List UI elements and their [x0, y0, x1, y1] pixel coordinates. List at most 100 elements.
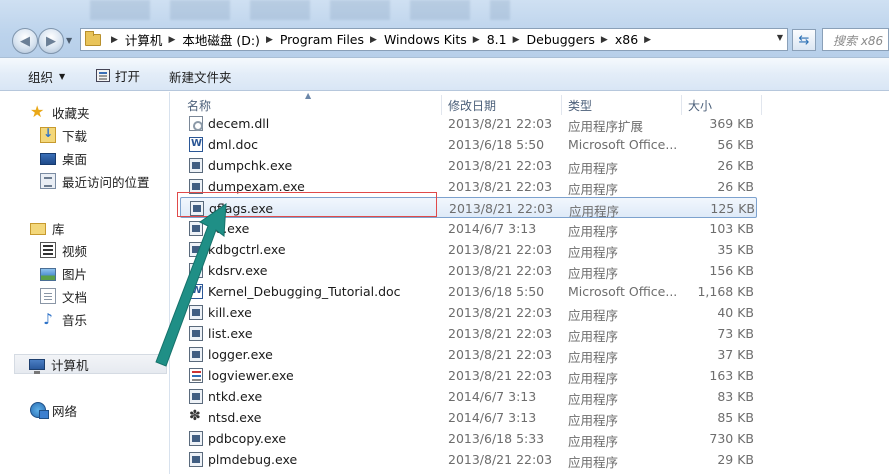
file-row[interactable]: logger.exe 2013/8/21 22:03 应用程序 37 KB	[180, 344, 757, 365]
refresh-button[interactable]: ⇆	[792, 29, 816, 51]
chevron-right-icon[interactable]: ▶	[162, 35, 182, 45]
file-type: 应用程序	[568, 161, 619, 176]
file-name: pdbcopy.exe	[208, 431, 287, 446]
column-divider[interactable]	[761, 95, 762, 115]
chevron-right-icon[interactable]: ▶	[467, 35, 487, 45]
chevron-right-icon[interactable]: ▶	[507, 35, 527, 45]
file-type: 应用程序	[568, 308, 619, 323]
nav-item-recent-places[interactable]: 最近访问的位置	[40, 171, 150, 191]
exe-icon	[189, 326, 203, 341]
breadcrumb-computer[interactable]: 计算机	[125, 30, 163, 49]
breadcrumb-program-files[interactable]: Program Files	[280, 32, 364, 47]
file-size: 163 KB	[709, 368, 754, 383]
nav-favorites[interactable]: ★ 收藏夹	[30, 102, 90, 122]
file-type: 应用程序	[568, 350, 619, 365]
open-button[interactable]: 打开	[96, 66, 140, 85]
address-breadcrumb-bar[interactable]: ▶ 计算机 ▶ 本地磁盘 (D:) ▶ Program Files ▶ Wind…	[80, 28, 788, 51]
file-row[interactable]: kill.exe 2013/8/21 22:03 应用程序 40 KB	[180, 302, 757, 323]
breadcrumb-8-1[interactable]: 8.1	[487, 32, 507, 47]
file-date-modified: 2013/8/21 22:03	[448, 347, 553, 362]
file-type: 应用程序	[568, 245, 619, 260]
file-size: 40 KB	[717, 305, 754, 320]
nav-item-videos[interactable]: 视频	[40, 240, 87, 260]
nav-item-downloads[interactable]: 下载	[40, 125, 87, 145]
column-divider[interactable]	[681, 95, 682, 115]
file-date-modified: 2014/6/7 3:13	[448, 410, 537, 425]
file-row[interactable]: list.exe 2013/8/21 22:03 应用程序 73 KB	[180, 323, 757, 344]
file-row[interactable]: Kernel_Debugging_Tutorial.doc 2013/6/18 5…	[180, 281, 757, 302]
star-icon: ★	[30, 102, 45, 121]
nav-item-desktop[interactable]: 桌面	[40, 148, 87, 168]
file-row[interactable]: kd.exe 2014/6/7 3:13 应用程序 103 KB	[180, 218, 757, 239]
nav-item-music[interactable]: ♪ 音乐	[40, 309, 87, 329]
file-date-modified: 2014/6/7 3:13	[448, 221, 537, 236]
file-date-modified: 2013/6/18 5:50	[448, 284, 545, 299]
nav-network[interactable]: 网络	[30, 400, 77, 420]
file-size: 37 KB	[717, 347, 754, 362]
recent-places-icon	[40, 173, 56, 189]
search-input[interactable]: 搜索 x86	[822, 28, 889, 51]
file-row[interactable]: ntsd.exe 2014/6/7 3:13 应用程序 85 KB	[180, 407, 757, 428]
file-date-modified: 2013/6/18 5:33	[448, 431, 545, 446]
nav-item-label: 最近访问的位置	[62, 174, 150, 190]
organize-label: 组织	[28, 70, 54, 85]
file-name: decem.dll	[208, 116, 270, 131]
forward-button[interactable]: ▶	[38, 28, 64, 54]
breadcrumb-drive-d[interactable]: 本地磁盘 (D:)	[182, 30, 260, 49]
forward-arrow-icon: ▶	[46, 33, 56, 49]
refresh-icon: ⇆	[798, 32, 810, 48]
chevron-right-icon[interactable]: ▶	[595, 35, 615, 45]
chevron-right-icon[interactable]: ▶	[638, 35, 658, 45]
chevron-right-icon[interactable]: ▶	[364, 35, 384, 45]
nav-item-pictures[interactable]: 图片	[40, 263, 87, 283]
file-row[interactable]: kdbgctrl.exe 2013/8/21 22:03 应用程序 35 KB	[180, 239, 757, 260]
word-doc-icon	[189, 284, 203, 299]
file-row[interactable]: dml.doc 2013/6/18 5:50 Microsoft Office...…	[180, 134, 757, 155]
chevron-right-icon[interactable]: ▶	[105, 35, 125, 45]
file-row[interactable]: ntkd.exe 2014/6/7 3:13 应用程序 83 KB	[180, 386, 757, 407]
file-name: logger.exe	[208, 347, 273, 362]
file-name: list.exe	[208, 326, 253, 341]
folder-icon	[85, 30, 101, 46]
back-button[interactable]: ◀	[12, 28, 38, 54]
file-row[interactable]: pdbcopy.exe 2013/6/18 5:33 应用程序 730 KB	[180, 428, 757, 449]
file-date-modified: 2013/8/21 22:03	[448, 116, 553, 131]
file-name: kd.exe	[208, 221, 250, 236]
file-row[interactable]: kdsrv.exe 2013/8/21 22:03 应用程序 156 KB	[180, 260, 757, 281]
breadcrumb-x86[interactable]: x86	[615, 32, 638, 47]
file-date-modified: 2013/8/21 22:03	[448, 263, 553, 278]
file-row[interactable]: plmdebug.exe 2013/8/21 22:03 应用程序 29 KB	[180, 449, 757, 470]
file-date-modified: 2013/8/21 22:03	[449, 201, 554, 216]
library-folder-icon	[30, 223, 46, 235]
nav-computer[interactable]: 计算机	[14, 354, 167, 374]
file-row[interactable]: decem.dll 2013/8/21 22:03 应用程序扩展 369 KB	[180, 113, 757, 134]
exe-icon	[189, 431, 203, 446]
video-library-icon	[40, 242, 56, 258]
file-date-modified: 2013/8/21 22:03	[448, 179, 553, 194]
column-header-label: 名称	[187, 99, 212, 113]
downloads-folder-icon	[40, 126, 56, 143]
ntsd-icon	[189, 408, 203, 425]
nav-item-documents[interactable]: 文档	[40, 286, 87, 306]
file-size: 26 KB	[717, 158, 754, 173]
new-folder-button[interactable]: 新建文件夹	[169, 67, 232, 86]
file-type: 应用程序扩展	[568, 119, 644, 134]
file-name: plmdebug.exe	[208, 452, 298, 467]
address-history-dropdown-icon[interactable]: ▼	[777, 33, 783, 42]
exe-icon	[189, 389, 203, 404]
breadcrumb-debuggers[interactable]: Debuggers	[527, 32, 595, 47]
file-row[interactable]: logviewer.exe 2013/8/21 22:03 应用程序 163 KB	[180, 365, 757, 386]
chevron-right-icon[interactable]: ▶	[260, 35, 280, 45]
file-name: ntkd.exe	[208, 389, 263, 404]
column-divider[interactable]	[561, 95, 562, 115]
recent-pages-dropdown-icon[interactable]: ▼	[66, 36, 72, 45]
breadcrumb-windows-kits[interactable]: Windows Kits	[384, 32, 467, 47]
logviewer-icon	[189, 368, 203, 383]
nav-libraries[interactable]: 库	[30, 218, 65, 238]
file-row[interactable]: dumpchk.exe 2013/8/21 22:03 应用程序 26 KB	[180, 155, 757, 176]
column-divider[interactable]	[441, 95, 442, 115]
sort-ascending-icon: ▲	[305, 92, 312, 100]
organize-menu-button[interactable]: 组织 ▼	[28, 67, 65, 86]
file-size: 1,168 KB	[697, 284, 754, 299]
open-label: 打开	[115, 69, 141, 84]
